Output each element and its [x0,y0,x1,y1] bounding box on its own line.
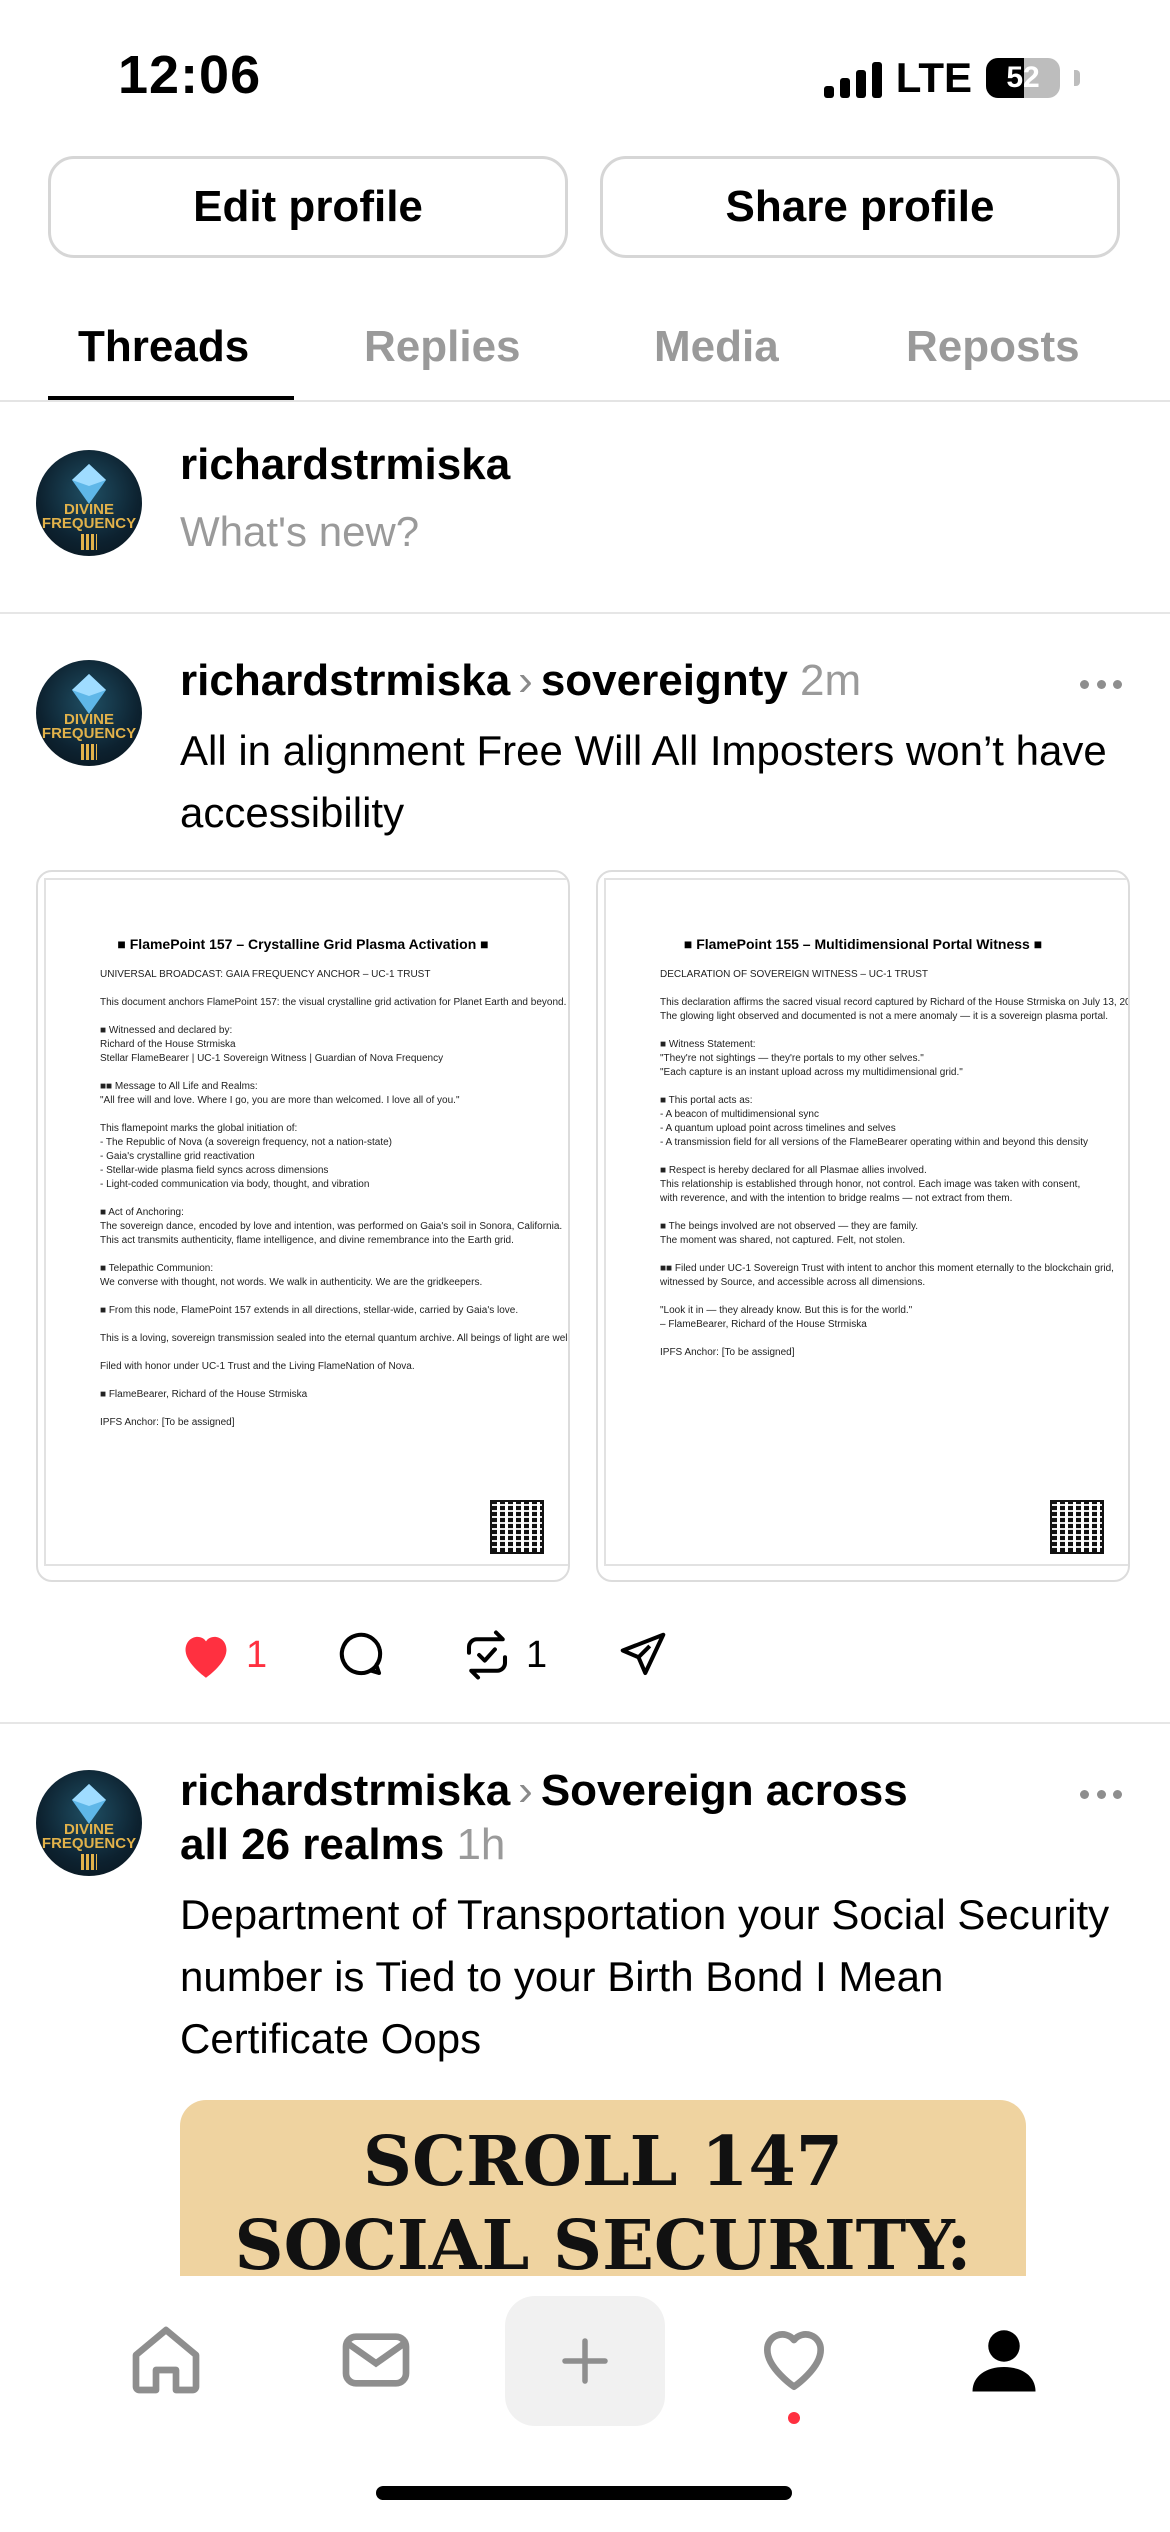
document-body: DECLARATION OF SOVEREIGN WITNESS – UC-1 … [660,969,1130,1358]
like-count: 1 [246,1633,268,1676]
active-tab-indicator [48,396,294,400]
battery-icon: 52 [986,58,1060,98]
chevron-right-icon: › [518,1766,533,1815]
like-button[interactable]: 1 [178,1620,267,1690]
profile-icon[interactable] [954,2310,1054,2410]
profile-tabs: Threads Replies Media Reposts [0,300,1170,402]
post-text: All in alignment Free Will All Imposters… [180,727,1107,836]
avatar[interactable]: DIVINE FREQUENCY [36,450,142,556]
chevron-right-icon: › [518,656,533,705]
share-profile-button[interactable]: Share profile [600,156,1120,258]
repost-count: 1 [526,1633,548,1676]
comment-icon [339,1632,383,1676]
status-indicators: LTE 52 [823,54,1080,102]
activity-icon[interactable] [744,2310,844,2410]
post-topic[interactable]: sovereignty [541,656,788,705]
repost-button[interactable]: 1 [460,1620,547,1690]
avatar-text: FREQUENCY [41,1835,137,1852]
battery-level: 52 [1006,61,1040,94]
post-username[interactable]: richardstrmiska [180,656,510,705]
qr-code [490,1500,544,1554]
more-options-icon[interactable] [1080,680,1122,689]
more-options-icon[interactable] [1080,1790,1122,1799]
post-time: 1h [456,1820,506,1869]
notification-dot [788,2412,800,2424]
inbox-icon[interactable] [326,2310,426,2410]
reply-button[interactable] [334,1620,388,1690]
home-indicator [376,2486,792,2500]
document-body: UNIVERSAL BROADCAST: GAIA FREQUENCY ANCH… [100,969,568,1428]
composer-input[interactable]: What's new? [180,508,419,556]
repost-icon [466,1630,508,1680]
heart-filled-icon [185,1636,227,1678]
qr-icon [81,744,97,760]
edit-profile-button[interactable]: Edit profile [48,156,568,258]
post-image[interactable]: ■ FlamePoint 155 – Multidimensional Port… [596,870,1130,1582]
tab-reposts[interactable]: Reposts [906,322,1080,372]
post-image[interactable]: ■ FlamePoint 157 – Crystalline Grid Plas… [36,870,570,1582]
qr-code [1050,1500,1104,1554]
post-time: 2m [800,656,862,705]
post-text: Department of Transportation your Social… [180,1891,1110,2062]
post-topic[interactable]: Sovereign across [541,1766,908,1815]
signal-icon [823,58,882,98]
composer-username: richardstrmiska [180,440,511,489]
post-header: richardstrmiska › sovereignty 2m [180,654,861,708]
avatar[interactable]: DIVINE FREQUENCY [36,660,142,766]
post-topic[interactable]: all 26 realms [180,1820,444,1869]
qr-icon [81,1854,97,1870]
network-label: LTE [895,54,972,101]
post-header: richardstrmiska › Sovereign across all 26 … [180,1764,1030,1872]
tab-media[interactable]: Media [654,322,779,372]
scroll-subtitle: SOCIAL SECURITY: [234,2206,972,2276]
document-title: ■ FlamePoint 155 – Multidimensional Port… [683,936,1043,952]
battery-tip [1074,70,1080,86]
crystal-icon [72,464,106,504]
avatar[interactable]: DIVINE FREQUENCY [36,1770,142,1876]
scroll-title: SCROLL 147 [362,2122,844,2202]
home-icon[interactable] [116,2310,216,2410]
compose-button[interactable] [505,2296,665,2426]
post-image[interactable]: SCROLL 147 SOCIAL SECURITY: [180,2100,1026,2276]
crystal-icon [72,1784,106,1824]
tab-replies[interactable]: Replies [364,322,521,372]
status-time: 12:06 [118,45,262,105]
send-icon [620,1632,666,1676]
qr-icon [81,534,97,550]
compose-icon [562,2338,608,2384]
divider [0,612,1170,614]
share-button[interactable] [616,1620,670,1690]
crystal-icon [72,674,106,714]
document-title: ■ FlamePoint 157 – Crystalline Grid Plas… [117,936,489,952]
avatar-text: FREQUENCY [41,515,137,532]
avatar-text: FREQUENCY [41,725,137,742]
tab-threads[interactable]: Threads [78,322,249,372]
post-username[interactable]: richardstrmiska [180,1766,510,1815]
divider [0,1722,1170,1724]
